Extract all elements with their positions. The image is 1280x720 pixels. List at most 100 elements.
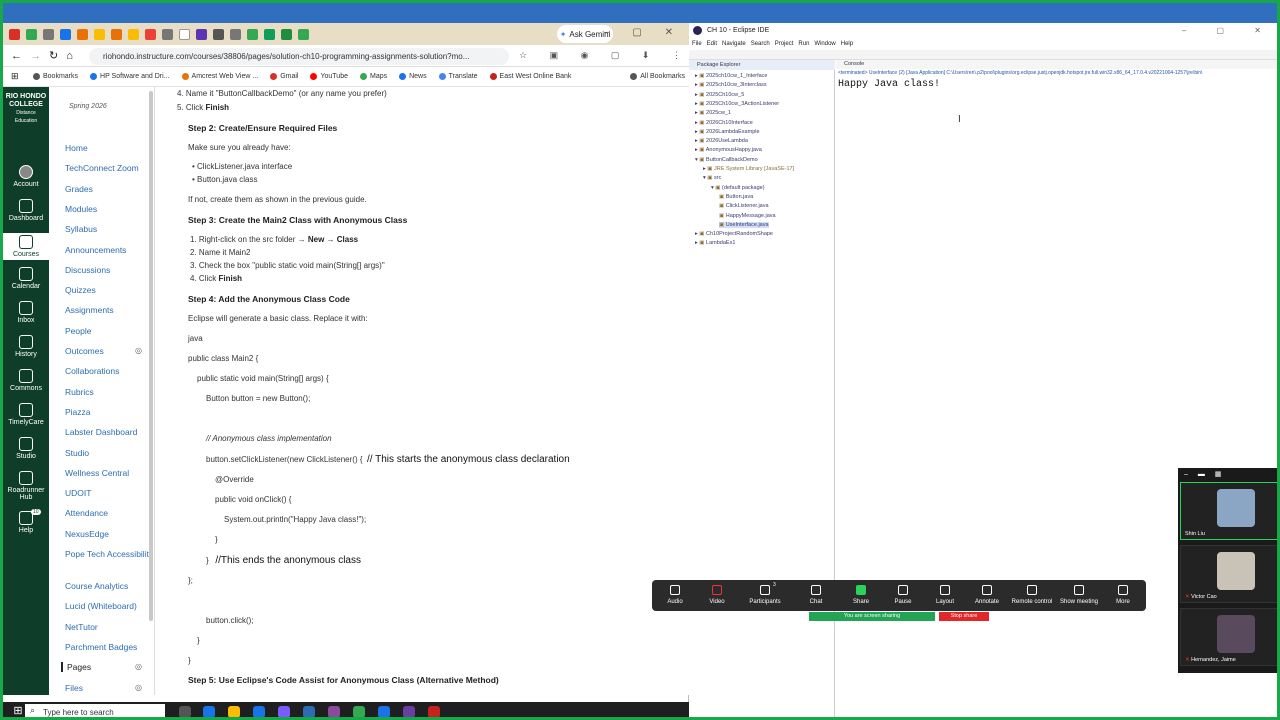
back-icon[interactable]: ← — [11, 50, 22, 62]
menu-item[interactable]: Navigate — [722, 41, 746, 47]
console-output[interactable]: Happy Java class! — [838, 79, 940, 90]
course-nav-discussions[interactable]: Discussions — [65, 265, 110, 275]
reload-icon[interactable]: ↻ — [49, 49, 58, 62]
zoom-control-label[interactable]: More — [1093, 599, 1153, 605]
course-nav-studio[interactable]: Studio — [65, 448, 89, 458]
zoom-app-icon[interactable] — [378, 706, 390, 717]
tree-item[interactable]: ▸ ▣ 2025Ch10cw_5 — [695, 92, 744, 98]
tree-item[interactable]: ▸ ▣ 2026Ch10Interface — [695, 120, 753, 126]
bookmark-item[interactable]: East West Online Bank — [489, 73, 571, 80]
course-nav-nettutor[interactable]: NetTutor — [65, 622, 98, 632]
annotate-icon[interactable] — [982, 585, 992, 595]
tab-favicon-icon[interactable] — [9, 28, 20, 40]
app-icon[interactable] — [253, 706, 265, 717]
eclipse-app-icon[interactable] — [403, 706, 415, 717]
extension-icons[interactable]: ☆ ▣ ◉ ▢ ⬇ ⋮ — [519, 50, 691, 61]
tree-item[interactable]: ▾ ▣ (default package) — [711, 185, 765, 191]
tree-item[interactable]: ▸ ▣ Ch10ProjectRandomShape — [695, 231, 773, 237]
participant-tile[interactable]: Shin Liu — [1180, 482, 1277, 540]
course-nav-udoit[interactable]: UDOIT — [65, 488, 91, 498]
participant-tile[interactable]: ✕ Hernandez, Jaime — [1180, 608, 1277, 666]
menu-item[interactable]: Window — [814, 41, 835, 47]
tab-favicon-icon[interactable] — [230, 28, 241, 40]
participant-tile[interactable]: ✕ Victor Cao — [1180, 545, 1277, 603]
course-nav-lucid-whiteboard-[interactable]: Lucid (Whiteboard) — [65, 601, 137, 611]
participants-icon[interactable] — [760, 585, 770, 595]
share-screen-icon[interactable] — [856, 585, 866, 595]
course-nav-parchment-badges[interactable]: Parchment Badges — [65, 642, 137, 652]
menu-item[interactable]: Run — [798, 41, 809, 47]
tree-item[interactable]: ▣ Button.java — [719, 194, 753, 200]
bookmark-item[interactable]: Amcrest Web View ... — [181, 73, 258, 80]
global-nav-roadrunner-hub[interactable]: Roadrunner Hub — [3, 471, 49, 501]
console-tab[interactable]: Console — [836, 60, 1277, 69]
gallery-view-controls[interactable]: – ▬ ▦ — [1184, 470, 1225, 478]
app-icon[interactable] — [428, 706, 440, 717]
forward-icon[interactable]: → — [30, 50, 41, 62]
course-nav-piazza[interactable]: Piazza — [65, 407, 91, 417]
course-nav-nexusedge[interactable]: NexusEdge — [65, 529, 109, 539]
chrome-icon[interactable] — [228, 706, 240, 717]
global-nav-history[interactable]: History — [3, 335, 49, 358]
pause-icon[interactable] — [898, 585, 908, 595]
global-nav-studio[interactable]: Studio — [3, 437, 49, 460]
tab-favicon-icon[interactable] — [94, 28, 105, 40]
course-nav-modules[interactable]: Modules — [65, 204, 97, 214]
tree-item[interactable]: ▸ ▣ 2025ch10cw_3Interclass — [695, 82, 767, 88]
task-view-icon[interactable] — [179, 706, 191, 717]
menu-item[interactable]: Project — [775, 41, 794, 47]
course-nav-attendance[interactable]: Attendance — [65, 508, 108, 518]
app-icon[interactable] — [303, 706, 315, 717]
global-nav-commons[interactable]: Commons — [3, 369, 49, 392]
home-icon[interactable]: ⌂ — [66, 50, 73, 62]
tree-item[interactable]: ▸ ▣ 2025Ch10cw_3ActionListener — [695, 101, 779, 107]
chat-icon[interactable] — [811, 585, 821, 595]
eclipse-toolbar[interactable] — [689, 50, 1277, 60]
window-controls[interactable]: – ▢ ✕ — [604, 27, 683, 38]
tree-item[interactable]: ▸ ▣ AnonymousHappy.java — [695, 147, 762, 153]
course-nav-home[interactable]: Home — [65, 143, 88, 153]
edge-icon[interactable] — [203, 706, 215, 717]
course-nav-people[interactable]: People — [65, 326, 91, 336]
app-icon[interactable] — [278, 706, 290, 717]
bookmark-item[interactable]: News — [399, 73, 427, 80]
tree-item[interactable]: ▸ ▣ 2026LambdaExample — [695, 129, 760, 135]
visibility-icon[interactable]: ◎ — [135, 662, 142, 671]
course-nav-pages[interactable]: Pages — [61, 662, 91, 673]
layout-icon[interactable] — [940, 585, 950, 595]
global-nav-courses[interactable]: Courses — [3, 233, 49, 260]
global-nav-inbox[interactable]: Inbox — [3, 301, 49, 324]
course-nav-grades[interactable]: Grades — [65, 184, 93, 194]
video-camera-icon[interactable] — [712, 585, 722, 595]
tab-favicon-icon[interactable] — [145, 28, 156, 40]
tab-favicon-icon[interactable] — [298, 28, 309, 40]
tab-favicon-icon[interactable] — [77, 28, 88, 40]
global-nav-account[interactable]: Account — [3, 165, 49, 188]
bookmark-item[interactable]: Maps — [359, 73, 387, 80]
global-nav-timelycare[interactable]: TimelyCare — [3, 403, 49, 426]
bookmark-item[interactable]: All Bookmarks — [630, 73, 685, 80]
package-explorer-tab[interactable]: Package Explorer — [689, 60, 835, 70]
course-nav-assignments[interactable]: Assignments — [65, 305, 114, 315]
bookmark-item[interactable]: Translate — [438, 73, 478, 80]
microphone-icon[interactable] — [670, 585, 680, 595]
tab-favicon-icon[interactable] — [179, 28, 190, 40]
stop-share-button[interactable]: Stop share — [939, 612, 989, 621]
tree-item[interactable]: ▸ ▣ JRE System Library [JavaSE-17] — [703, 166, 794, 172]
tree-item[interactable]: ▾ ▣ ButtonCallbackDemo — [695, 157, 758, 163]
course-nav-pope-tech-accessibility[interactable]: Pope Tech Accessibility — [65, 549, 153, 559]
course-nav-quizzes[interactable]: Quizzes — [65, 285, 96, 295]
college-logo[interactable]: RIO HONDO COLLEGE Distance Education — [5, 93, 47, 125]
apps-grid-icon[interactable]: ⊞ — [11, 71, 19, 82]
tab-favicon-icon[interactable] — [111, 28, 122, 40]
course-nav-collaborations[interactable]: Collaborations — [65, 366, 119, 376]
course-nav-syllabus[interactable]: Syllabus — [65, 224, 97, 234]
course-nav-course-analytics[interactable]: Course Analytics — [65, 581, 128, 591]
global-nav-calendar[interactable]: Calendar — [3, 267, 49, 290]
bookmark-item[interactable]: HP Software and Dri... — [90, 73, 170, 80]
show-meeting-icon[interactable] — [1074, 585, 1084, 595]
menu-item[interactable]: File — [692, 41, 702, 47]
course-nav-announcements[interactable]: Announcements — [65, 245, 126, 255]
visibility-icon[interactable]: ◎ — [135, 346, 142, 355]
tree-item[interactable]: ▣ UseInterface.java — [719, 221, 769, 228]
